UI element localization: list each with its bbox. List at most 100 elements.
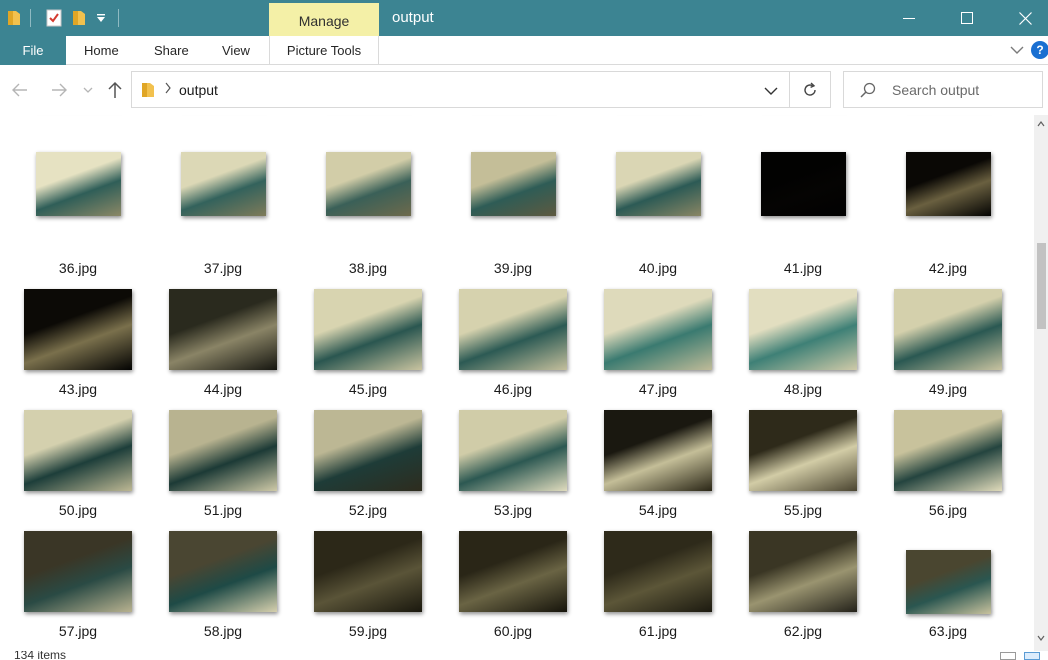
close-icon[interactable] xyxy=(996,0,1048,36)
title-bar: Manage output xyxy=(0,0,1048,36)
scrollbar-thumb[interactable] xyxy=(1037,243,1046,329)
file-name[interactable]: 50.jpg xyxy=(13,502,143,518)
image-thumbnail[interactable] xyxy=(749,531,857,612)
window-title: output xyxy=(392,9,434,26)
image-thumbnail[interactable] xyxy=(604,289,712,370)
file-name[interactable]: 41.jpg xyxy=(738,260,868,276)
tab-view[interactable]: View xyxy=(222,36,250,65)
tab-share[interactable]: Share xyxy=(154,36,189,65)
customize-toolbar-icon[interactable] xyxy=(94,8,108,28)
file-name[interactable]: 52.jpg xyxy=(303,502,433,518)
scroll-down-icon[interactable] xyxy=(1034,633,1048,643)
item-count: 134 items xyxy=(14,651,67,660)
file-name[interactable]: 37.jpg xyxy=(158,260,288,276)
forward-icon[interactable] xyxy=(48,79,70,101)
file-name[interactable]: 55.jpg xyxy=(738,502,868,518)
properties-icon[interactable] xyxy=(44,8,64,28)
scroll-up-icon[interactable] xyxy=(1034,119,1048,129)
file-tab[interactable]: File xyxy=(0,36,66,65)
file-grid[interactable]: 29.jpg30.jpg31.jpg32.jpg33.jpg34.jpg35.j… xyxy=(0,115,1034,651)
file-name[interactable]: 54.jpg xyxy=(593,502,723,518)
file-name[interactable]: 58.jpg xyxy=(158,623,288,639)
file-name[interactable]: 57.jpg xyxy=(13,623,143,639)
separator xyxy=(30,9,31,27)
help-icon[interactable]: ? xyxy=(1031,41,1048,59)
file-name[interactable]: 63.jpg xyxy=(883,623,1013,639)
file-name[interactable]: 49.jpg xyxy=(883,381,1013,397)
file-name[interactable]: 53.jpg xyxy=(448,502,578,518)
image-thumbnail[interactable] xyxy=(604,531,712,612)
file-name[interactable]: 51.jpg xyxy=(158,502,288,518)
manage-tab[interactable]: Manage xyxy=(269,3,379,36)
image-thumbnail[interactable] xyxy=(906,550,991,614)
up-icon[interactable] xyxy=(104,79,126,101)
search-input[interactable] xyxy=(892,81,1032,99)
file-name[interactable]: 39.jpg xyxy=(448,260,578,276)
image-thumbnail[interactable] xyxy=(314,410,422,491)
file-name[interactable]: 48.jpg xyxy=(738,381,868,397)
image-thumbnail[interactable] xyxy=(459,289,567,370)
file-name[interactable]: 45.jpg xyxy=(303,381,433,397)
expand-ribbon-icon[interactable] xyxy=(1009,42,1025,58)
image-thumbnail[interactable] xyxy=(36,152,121,216)
folder-icon xyxy=(6,8,22,28)
image-thumbnail[interactable] xyxy=(314,289,422,370)
chevron-right-icon[interactable] xyxy=(164,82,172,97)
maximize-icon[interactable] xyxy=(938,0,996,36)
file-name[interactable]: 40.jpg xyxy=(593,260,723,276)
chevron-down-icon[interactable] xyxy=(764,84,778,99)
vertical-scrollbar[interactable] xyxy=(1034,115,1048,651)
image-thumbnail[interactable] xyxy=(749,289,857,370)
tab-home[interactable]: Home xyxy=(84,36,119,65)
image-thumbnail[interactable] xyxy=(314,531,422,612)
refresh-button[interactable] xyxy=(790,71,831,108)
image-thumbnail[interactable] xyxy=(24,289,132,370)
search-box[interactable] xyxy=(843,71,1043,108)
large-icons-view-icon[interactable] xyxy=(1024,652,1040,660)
image-thumbnail[interactable] xyxy=(894,289,1002,370)
file-name[interactable]: 38.jpg xyxy=(303,260,433,276)
image-thumbnail[interactable] xyxy=(894,410,1002,491)
refresh-icon xyxy=(804,81,816,96)
recent-locations-icon[interactable] xyxy=(80,79,96,101)
image-thumbnail[interactable] xyxy=(169,410,277,491)
image-thumbnail[interactable] xyxy=(459,531,567,612)
image-thumbnail[interactable] xyxy=(471,152,556,216)
ribbon: File Home Share View Picture Tools ? xyxy=(0,36,1048,65)
file-name[interactable]: 42.jpg xyxy=(883,260,1013,276)
back-icon[interactable] xyxy=(9,79,31,101)
image-thumbnail[interactable] xyxy=(24,531,132,612)
file-name[interactable]: 46.jpg xyxy=(448,381,578,397)
address-bar[interactable]: output xyxy=(131,71,790,108)
status-bar: 134 items xyxy=(0,651,1048,660)
file-name[interactable]: 61.jpg xyxy=(593,623,723,639)
image-thumbnail[interactable] xyxy=(169,289,277,370)
image-thumbnail[interactable] xyxy=(616,152,701,216)
file-name[interactable]: 59.jpg xyxy=(303,623,433,639)
image-thumbnail[interactable] xyxy=(604,410,712,491)
minimize-icon[interactable] xyxy=(880,0,938,36)
file-name[interactable]: 56.jpg xyxy=(883,502,1013,518)
file-name[interactable]: 44.jpg xyxy=(158,381,288,397)
breadcrumb[interactable]: output xyxy=(179,82,218,98)
image-thumbnail[interactable] xyxy=(749,410,857,491)
image-thumbnail[interactable] xyxy=(906,152,991,216)
folder-icon xyxy=(141,82,155,101)
search-icon xyxy=(860,82,876,101)
new-folder-icon[interactable] xyxy=(70,8,88,28)
file-name[interactable]: 36.jpg xyxy=(13,260,143,276)
tab-picture-tools[interactable]: Picture Tools xyxy=(269,36,379,65)
file-name[interactable]: 60.jpg xyxy=(448,623,578,639)
details-view-icon[interactable] xyxy=(1000,652,1016,660)
file-name[interactable]: 62.jpg xyxy=(738,623,868,639)
image-thumbnail[interactable] xyxy=(459,410,567,491)
image-thumbnail[interactable] xyxy=(169,531,277,612)
file-name[interactable]: 43.jpg xyxy=(13,381,143,397)
image-thumbnail[interactable] xyxy=(761,152,846,216)
separator xyxy=(118,9,119,27)
image-thumbnail[interactable] xyxy=(24,410,132,491)
navigation-bar: output xyxy=(0,65,1048,115)
image-thumbnail[interactable] xyxy=(326,152,411,216)
image-thumbnail[interactable] xyxy=(181,152,266,216)
file-name[interactable]: 47.jpg xyxy=(593,381,723,397)
